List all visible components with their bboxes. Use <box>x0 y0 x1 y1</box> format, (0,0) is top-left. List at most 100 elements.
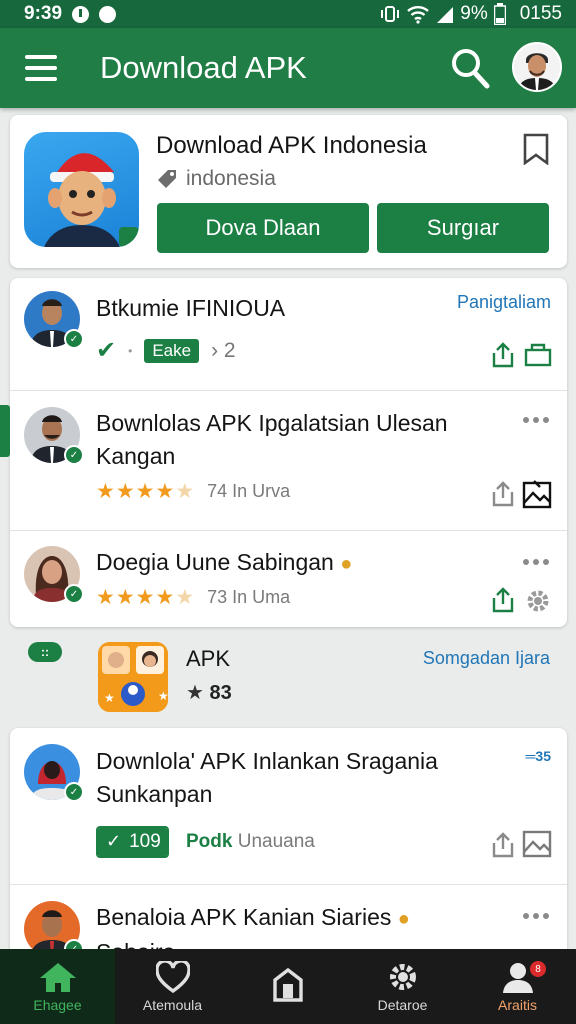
more-options-icon[interactable] <box>523 417 549 425</box>
list-item-title-line1: Downlola' APK Inlankan Sragania <box>96 748 438 774</box>
featured-app-title: Download APK Indonesia <box>156 132 427 159</box>
status-bar: 9:39 9% 0155 <box>0 0 576 28</box>
list-item[interactable]: ✓ Downlola' APK Inlankan Sragania Sunkan… <box>10 728 567 885</box>
more-options-icon[interactable] <box>523 913 549 921</box>
promo-rating-value: 83 <box>209 682 232 704</box>
check-icon: ✔ <box>96 337 117 364</box>
dot-separator: • <box>128 343 133 358</box>
corner-label: ═35 <box>525 748 552 764</box>
vibrate-icon <box>381 6 400 22</box>
featured-app-card[interactable]: Download APK Indonesia indonesia Dova Dl… <box>10 115 567 268</box>
list-item-link[interactable]: Panigtaliam <box>457 292 551 313</box>
promo-row[interactable]: :: ★ ★ APK ★ 83 Somgadan Ijara <box>0 636 576 726</box>
source-name: Podk <box>186 831 233 852</box>
image-gallery-icon[interactable] <box>522 828 552 858</box>
more-options-icon[interactable] <box>523 559 549 567</box>
nav-item-settings[interactable]: Detaroe <box>345 949 460 1024</box>
version-badge: ✓ 109 <box>96 826 169 858</box>
source-label: Podk Unauana <box>186 831 315 853</box>
home-icon <box>39 962 76 992</box>
bottom-navigation: Ehagee Atemoula Detaroe 8 Araitis <box>0 949 576 1024</box>
share-icon[interactable] <box>491 342 515 368</box>
nav-label: Detaroe <box>377 996 428 1013</box>
gear-icon[interactable] <box>524 587 552 615</box>
promo-chip: :: <box>28 642 62 662</box>
nav-item-home[interactable]: Ehagee <box>0 949 115 1024</box>
search-icon[interactable] <box>450 46 490 90</box>
gear-icon <box>389 963 416 990</box>
status-pill: Eake <box>144 338 200 363</box>
status-right: 9% 0155 <box>380 3 562 25</box>
battery-icon <box>493 3 506 25</box>
list-item[interactable]: ✓ Bownlolas APK Ipgalatsian Ulesan Kanga… <box>10 391 567 531</box>
promo-link[interactable]: Somgadan Ijara <box>423 648 550 669</box>
list-item-meta: ✔ • Eake › 2 <box>96 336 236 365</box>
nav-label: Araitis <box>498 996 537 1013</box>
battery-percent: 9% <box>460 3 488 24</box>
svg-text:★: ★ <box>104 691 115 705</box>
promo-title: APK <box>186 646 231 671</box>
svg-text:★: ★ <box>158 689 168 703</box>
share-icon[interactable] <box>491 832 515 858</box>
list-item-title-line2: Sunkanpan <box>96 781 213 807</box>
list-item-title-line2: Kangan <box>96 443 176 469</box>
download-button[interactable]: Dova Dlaan <box>157 203 369 253</box>
check-icon: ✓ <box>98 828 130 856</box>
profile-avatar[interactable] <box>512 42 562 92</box>
nav-label: Atemoula <box>142 996 203 1013</box>
featured-app-subtitle: indonesia <box>156 167 276 191</box>
star-rating: ★ ★ ★ ★ ★ 73 In Uma <box>96 586 291 609</box>
list-item[interactable]: ✓ Btkumie IFINIOUA Panigtaliam ✔ • Eake … <box>10 278 567 391</box>
share-icon[interactable] <box>491 587 515 613</box>
notification-badge: 8 <box>530 961 546 977</box>
list-item-title-line1: Bownlolas APK Ipgalatsian Ulesan <box>96 410 448 436</box>
list-item[interactable]: ✓ Doegia Uune Sabingan ● ★ ★ ★ ★ ★ 73 In Uma <box>10 531 567 627</box>
app-title: Download APK <box>100 50 307 85</box>
share-icon[interactable] <box>491 481 515 507</box>
rating-text: 74 In Urva <box>207 481 291 501</box>
list-item-title-text: Benaloia APK Kanian Siaries <box>96 904 392 930</box>
star-icon: ★ <box>186 682 204 704</box>
featured-app-subtitle-text: indonesia <box>186 167 276 190</box>
promo-app-icon: ★ ★ <box>98 642 168 712</box>
rating-text: 73 In Uma <box>207 587 291 607</box>
selection-indicator <box>0 405 10 457</box>
status-clock-right: 0155 <box>519 3 562 24</box>
wifi-icon <box>407 6 430 24</box>
list-item-title: Downlola' APK Inlankan Sragania Sunkanpa… <box>96 745 438 811</box>
nav-label: Ehagee <box>33 996 82 1013</box>
signal-icon <box>437 7 454 23</box>
source-sub: Unauana <box>237 831 315 852</box>
hamburger-menu-icon[interactable] <box>0 28 82 108</box>
verified-badge-icon: ✓ <box>64 329 84 349</box>
featured-app-icon <box>24 132 139 247</box>
emoji-icon: ● <box>397 908 410 930</box>
nav-item-store[interactable] <box>230 949 345 1024</box>
verified-badge-icon: ✓ <box>64 782 84 802</box>
bookmark-icon[interactable] <box>522 133 550 165</box>
status-time: 9:39 <box>24 3 63 24</box>
list-item-count: › 2 <box>211 338 236 362</box>
verified-badge-icon: ✓ <box>64 584 84 604</box>
nav-item-profile[interactable]: 8 Araitis <box>460 949 575 1024</box>
promo-rating: ★ 83 <box>186 680 232 705</box>
nav-item-favorites[interactable]: Atemoula <box>115 949 230 1024</box>
heart-icon <box>155 960 190 993</box>
list-item-title: Bownlolas APK Ipgalatsian Ulesan Kangan <box>96 407 448 473</box>
image-gallery-icon[interactable] <box>522 479 552 509</box>
list-item-title: Btkumie IFINIOUA <box>96 295 286 321</box>
tag-icon <box>158 170 176 188</box>
verified-badge-icon: ✓ <box>64 445 84 465</box>
star-rating: ★ ★ ★ ★ ★ 74 In Urva <box>96 480 291 503</box>
install-icon[interactable] <box>524 342 552 368</box>
list-item-title-text: Doegia Uune Sabingan <box>96 549 334 575</box>
app-list-card: ✓ Btkumie IFINIOUA Panigtaliam ✔ • Eake … <box>10 278 567 627</box>
emoji-icon: ● <box>340 553 353 575</box>
version-count: 109 <box>129 828 167 856</box>
secondary-action-button[interactable]: Surgıar <box>377 203 549 253</box>
app-bar: Download APK <box>0 28 576 108</box>
list-item-title: Doegia Uune Sabingan ● <box>96 546 352 581</box>
notification-icon <box>72 5 90 23</box>
store-icon <box>272 967 303 1002</box>
user-icon <box>502 962 533 993</box>
